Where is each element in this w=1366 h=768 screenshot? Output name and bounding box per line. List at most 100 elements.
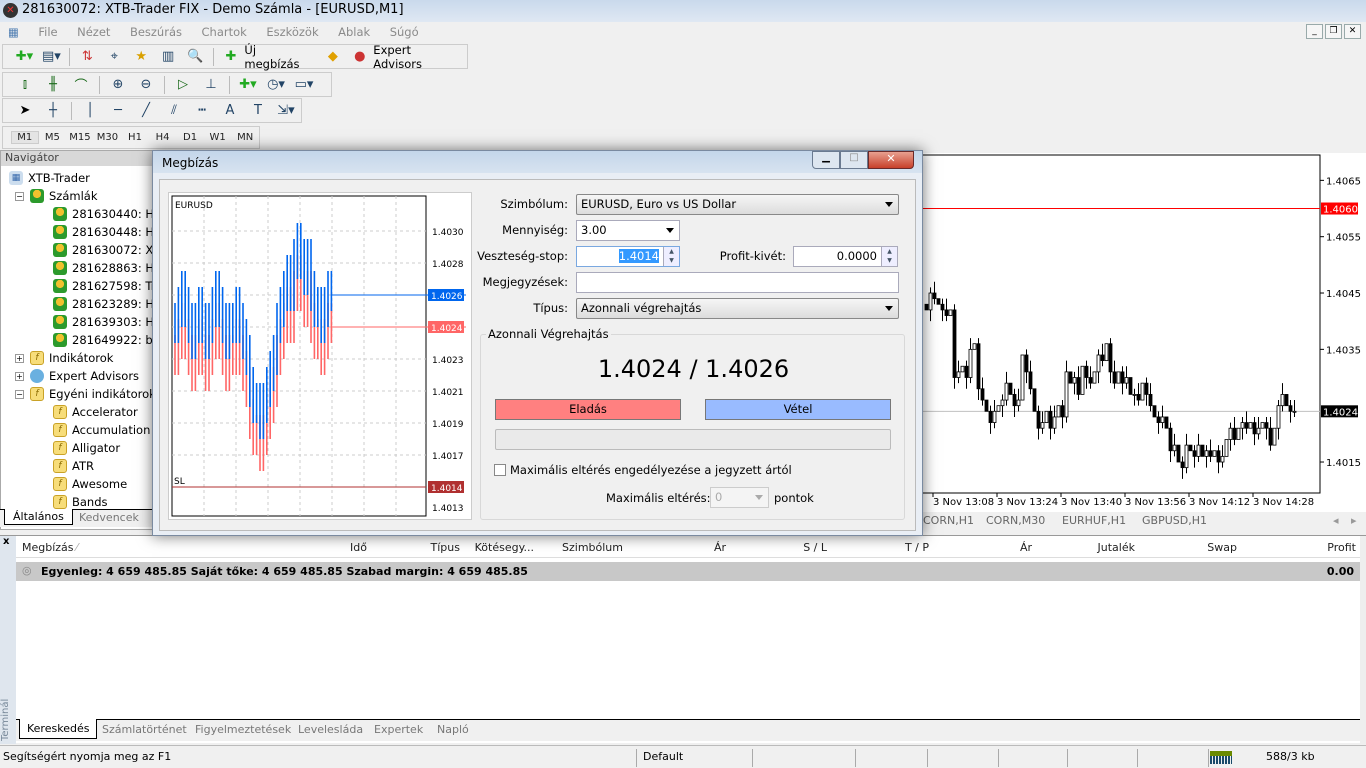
mdi-restore-button[interactable]: ❐ — [1325, 24, 1342, 39]
bar-chart-icon[interactable]: ⫾ — [14, 75, 36, 95]
text-label-icon[interactable]: T — [247, 101, 269, 121]
col-current-price[interactable]: Ár — [1020, 541, 1032, 554]
vertical-line-icon[interactable]: │ — [79, 101, 101, 121]
new-order-button[interactable]: Új megbízás — [244, 43, 311, 71]
tab-experts[interactable]: Expertek — [374, 723, 423, 736]
chart-shift-icon[interactable]: ⊥ — [200, 75, 222, 95]
tf-w1[interactable]: W1 — [204, 132, 232, 143]
col-symbol[interactable]: Szimbólum — [562, 541, 623, 554]
volume-input[interactable]: 3.00 — [576, 220, 680, 241]
line-chart-icon[interactable]: ⌒ — [70, 75, 92, 95]
data-window-icon[interactable]: ⌖ — [104, 47, 125, 67]
col-price[interactable]: Ár — [714, 541, 726, 554]
col-sl[interactable]: S / L — [803, 541, 827, 554]
tab-mailbox[interactable]: Levelesláda — [298, 723, 363, 736]
nav-indicators[interactable]: + f Indikátorok — [9, 349, 154, 367]
max-deviation-input[interactable]: 0 — [710, 487, 769, 508]
nav-experts[interactable]: + Expert Advisors — [9, 367, 154, 385]
take-profit-spinner[interactable]: ▲ ▼ — [881, 247, 897, 266]
tf-m30[interactable]: M30 — [94, 132, 122, 143]
expand-icon[interactable]: + — [15, 353, 24, 363]
tab-journal[interactable]: Napló — [437, 723, 469, 736]
menu-window[interactable]: Ablak — [330, 22, 378, 42]
nav-account-item[interactable]: 281639303: Hidd — [9, 313, 154, 331]
strategy-tester-icon[interactable]: 🔍 — [185, 47, 206, 67]
expert-advisors-icon[interactable]: ● — [349, 47, 370, 67]
tf-m1[interactable]: M1 — [11, 131, 39, 144]
zoom-in-icon[interactable]: ⊕ — [107, 75, 129, 95]
candlestick-icon[interactable]: ╫ — [42, 75, 64, 95]
nav-root[interactable]: ▦ XTB-Trader — [9, 169, 154, 187]
chart-tab[interactable]: GBPUSD,H1 — [1142, 514, 1207, 527]
collapse-icon[interactable]: − — [15, 389, 24, 399]
tf-m15[interactable]: M15 — [66, 132, 94, 143]
nav-custom-indicator-item[interactable]: f Accumulation — [9, 421, 154, 439]
templates-icon[interactable]: ▭▾ — [293, 75, 315, 95]
menu-charts[interactable]: Chartok — [194, 22, 255, 42]
expert-advisors-button[interactable]: Expert Advisors — [373, 43, 459, 71]
crosshair-icon[interactable]: ┼ — [42, 101, 64, 121]
mdi-minimize-button[interactable]: _ — [1306, 24, 1323, 39]
col-size[interactable]: Kötésegy... — [475, 541, 534, 554]
nav-account-item[interactable]: 281628863: Hidd — [9, 259, 154, 277]
nav-account-item[interactable]: 281630072: XTB — [9, 241, 154, 259]
comment-input[interactable] — [576, 272, 899, 293]
order-type-select[interactable]: Azonnali végrehajtás — [576, 298, 899, 319]
zoom-out-icon[interactable]: ⊖ — [135, 75, 157, 95]
col-profit[interactable]: Profit — [1327, 541, 1356, 554]
trendline-icon[interactable]: ╱ — [135, 101, 157, 121]
nav-tab-favorites[interactable]: Kedvencek — [79, 511, 139, 524]
periods-clock-icon[interactable]: ◷▾ — [265, 75, 287, 95]
terminal-icon[interactable]: ▥ — [158, 47, 179, 67]
balance-row[interactable]: ◎ Egyenleg: 4 659 485.85 Saját tőke: 4 6… — [16, 562, 1360, 581]
scroll-right-icon[interactable]: ▸ — [1351, 514, 1357, 527]
terminal-scrollbar[interactable] — [1360, 536, 1366, 744]
new-order-icon[interactable]: ✚ — [220, 47, 241, 67]
menu-insert[interactable]: Beszúrás — [122, 22, 190, 42]
chart-tab[interactable]: CORN,M30 — [986, 514, 1045, 527]
tab-trade[interactable]: Kereskedés — [19, 719, 98, 739]
warning-icon[interactable]: ◆ — [322, 47, 343, 67]
chart-tab[interactable]: EURHUF,H1 — [1062, 514, 1126, 527]
nav-accounts[interactable]: − Számlák — [9, 187, 154, 205]
arrows-icon[interactable]: ⇲▾ — [275, 101, 297, 121]
text-icon[interactable]: A — [219, 101, 241, 121]
buy-button[interactable]: Vétel — [705, 399, 891, 420]
close-terminal-icon[interactable]: x — [0, 536, 16, 547]
col-type[interactable]: Típus — [431, 541, 460, 554]
horizontal-line-icon[interactable]: ─ — [107, 101, 129, 121]
nav-account-item[interactable]: 281630448: Hidd — [9, 223, 154, 241]
dialog-minimize-button[interactable]: ▁ — [812, 151, 840, 169]
nav-account-item[interactable]: 281627598: Trad — [9, 277, 154, 295]
menu-file[interactable]: File — [30, 22, 65, 42]
market-watch-icon[interactable]: ⇅ — [77, 47, 98, 67]
symbol-select[interactable]: EURUSD, Euro vs US Dollar — [576, 194, 899, 215]
fibonacci-icon[interactable]: ┅ — [191, 101, 213, 121]
nav-account-item[interactable]: 281630440: Hidd — [9, 205, 154, 223]
nav-tab-general[interactable]: Általános — [4, 509, 73, 525]
connection-status-icon[interactable] — [1210, 751, 1232, 764]
take-profit-input[interactable]: 0.0000 ▲ ▼ — [793, 246, 898, 267]
tab-alerts[interactable]: Figyelmeztetések — [195, 723, 291, 736]
tf-h4[interactable]: H4 — [149, 132, 177, 143]
chart-doc-icon[interactable]: ▦ — [0, 22, 27, 42]
scroll-left-icon[interactable]: ◂ — [1333, 514, 1339, 527]
tf-h1[interactable]: H1 — [121, 132, 149, 143]
col-time[interactable]: Idő — [350, 541, 367, 554]
dialog-maximize-button[interactable]: □ — [840, 151, 868, 169]
menu-help[interactable]: Súgó — [382, 22, 427, 42]
cursor-icon[interactable]: ➤ — [14, 101, 36, 121]
max-deviation-checkbox[interactable] — [494, 464, 506, 476]
mdi-close-button[interactable]: ✕ — [1344, 24, 1361, 39]
nav-custom-indicator-item[interactable]: f Accelerator — [9, 403, 154, 421]
equidistant-channel-icon[interactable]: ⫽ — [163, 101, 185, 121]
nav-account-item[interactable]: 281623289: Hidd — [9, 295, 154, 313]
nav-custom-indicator-item[interactable]: f Alligator — [9, 439, 154, 457]
dialog-close-button[interactable]: ✕ — [868, 151, 914, 169]
tab-history[interactable]: Számlatörténet — [102, 723, 187, 736]
stop-loss-spinner[interactable]: ▲ ▼ — [663, 247, 679, 266]
autoscroll-icon[interactable]: ▷ — [172, 75, 194, 95]
tf-m5[interactable]: M5 — [39, 132, 67, 143]
nav-account-item[interactable]: 281649922: bon — [9, 331, 154, 349]
nav-custom-indicator-item[interactable]: f Awesome — [9, 475, 154, 493]
